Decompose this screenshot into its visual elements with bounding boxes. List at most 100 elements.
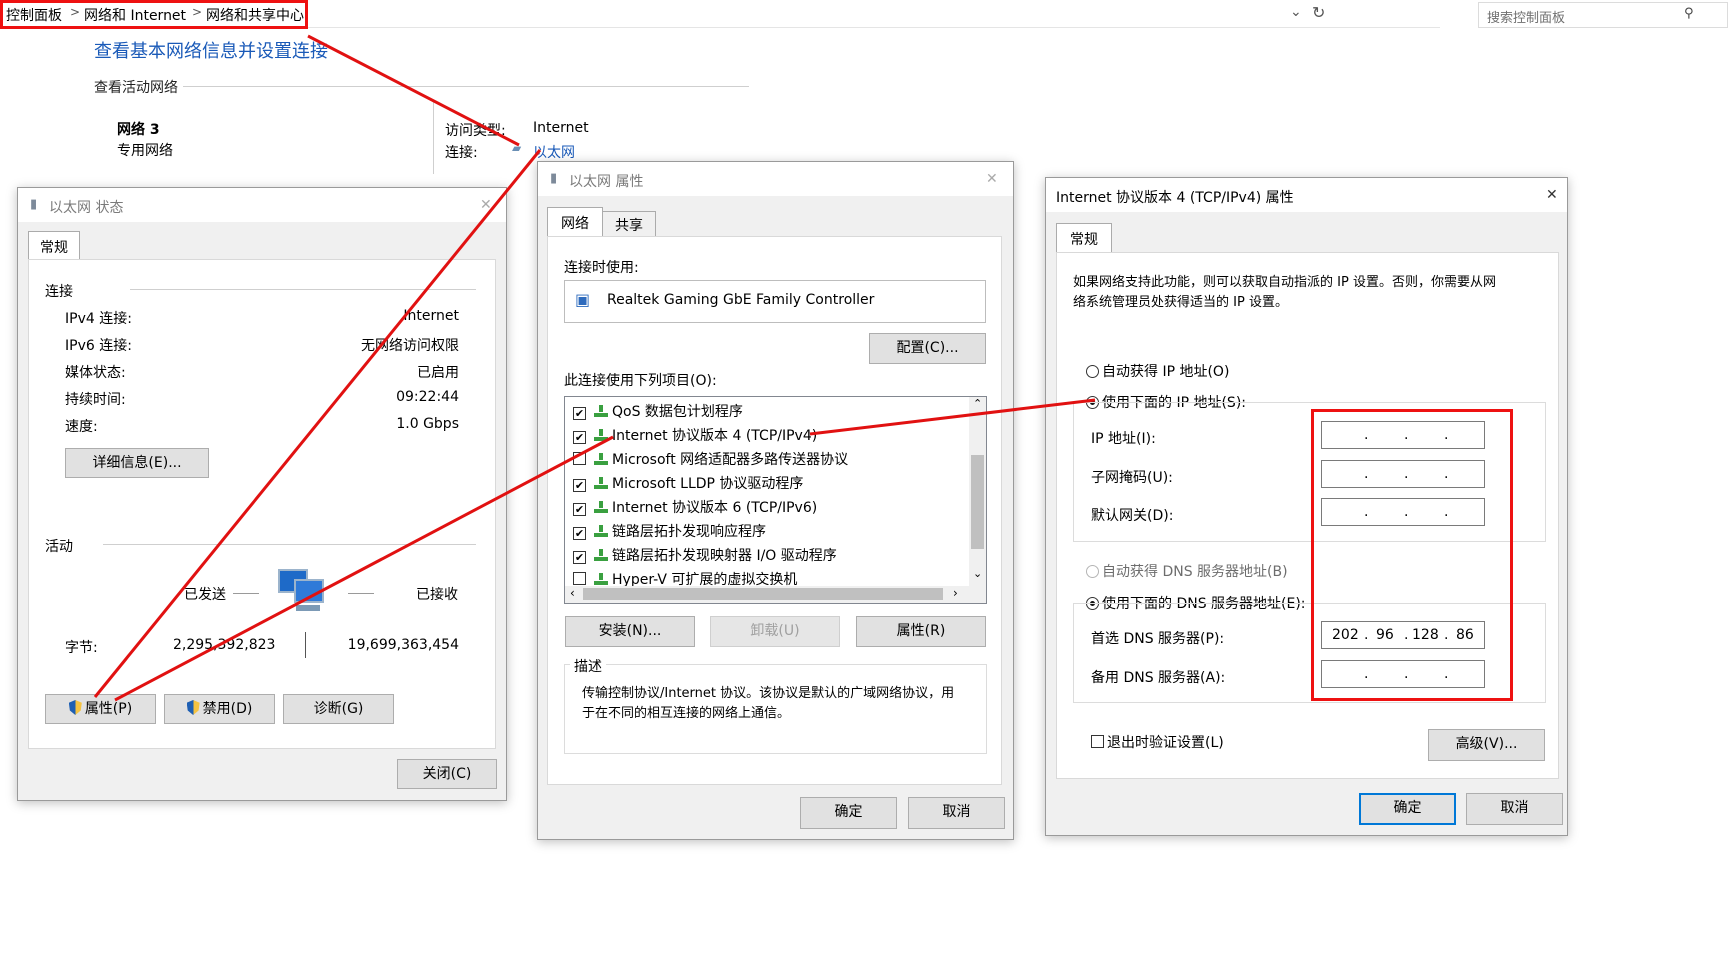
bytes-label: 字节: (65, 640, 98, 656)
scrollbar-thumb[interactable] (583, 588, 943, 600)
disable-button[interactable]: 禁用(D) (164, 694, 275, 724)
list-item-label: 链路层拓扑发现响应程序 (612, 524, 766, 540)
properties-button[interactable]: 属性(P) (45, 694, 156, 724)
dialog-titlebar: Internet 协议版本 4 (TCP/IPv4) 属性 ✕ (1046, 178, 1567, 212)
close-icon[interactable]: ✕ (1546, 187, 1558, 203)
connection-section-label: 连接 (45, 284, 73, 300)
checkbox[interactable]: ✔ (573, 551, 586, 564)
components-list[interactable]: ✔ QoS 数据包计划程序 ✔ Internet 协议版本 4 (TCP/IPv4)… (564, 396, 987, 604)
auto-ip-radio[interactable]: 自动获得 IP 地址(O) (1086, 361, 1229, 381)
ethernet-properties-dialog: ▮ 以太网 属性 ✕ 网络 共享 连接时使用: ▣ Realtek Gaming… (537, 161, 1014, 840)
scroll-down-icon[interactable]: ⌄ (973, 567, 982, 580)
list-item[interactable]: Microsoft 网络适配器多路传送器协议 (573, 449, 848, 471)
sent-label: 已发送 (184, 587, 226, 603)
tab-network[interactable]: 网络 (547, 207, 603, 237)
search-input[interactable]: 搜索控制面板 ⚲ (1478, 2, 1728, 28)
adapter-box: ▣ Realtek Gaming GbE Family Controller (564, 280, 986, 323)
chevron-down-icon[interactable]: ⌄ (1290, 4, 1302, 20)
intro-text-line2: 络系统管理员处获得适当的 IP 设置。 (1073, 295, 1288, 310)
list-item-label: Internet 协议版本 4 (TCP/IPv4) (612, 428, 818, 444)
item-properties-button[interactable]: 属性(R) (856, 616, 986, 647)
list-item-label: Microsoft LLDP 协议驱动程序 (612, 476, 804, 492)
uninstall-button[interactable]: 卸载(U) (710, 616, 840, 647)
diagnose-button[interactable]: 诊断(G) (283, 694, 394, 724)
divider (348, 593, 374, 594)
list-item[interactable]: ✔ 链路层拓扑发现响应程序 (573, 521, 766, 543)
ok-button[interactable]: 确定 (1359, 793, 1456, 825)
auto-dns-radio[interactable]: 自动获得 DNS 服务器地址(B) (1086, 561, 1288, 581)
install-button[interactable]: 安装(N)... (565, 616, 695, 647)
refresh-icon[interactable]: ↻ (1312, 3, 1325, 22)
checkbox[interactable]: ✔ (573, 479, 586, 492)
protocol-icon (594, 573, 608, 585)
tab-panel (28, 259, 496, 749)
protocol-icon (594, 549, 608, 561)
preferred-dns-label: 首选 DNS 服务器(P): (1091, 631, 1225, 647)
bytes-sent-value: 2,295,392,823 (173, 637, 276, 653)
subnet-mask-label: 子网掩码(U): (1091, 470, 1173, 486)
checkbox[interactable]: ✔ (573, 407, 586, 420)
qos-icon (594, 405, 608, 417)
cancel-button[interactable]: 取消 (1466, 793, 1563, 825)
horizontal-scrollbar[interactable]: ‹ › (565, 586, 986, 603)
validate-checkbox[interactable]: 退出时验证设置(L) (1091, 732, 1224, 752)
speed-label: 速度: (65, 419, 98, 435)
ipv4-value: Internet (403, 308, 459, 324)
checkbox[interactable] (1091, 735, 1104, 748)
cancel-button[interactable]: 取消 (908, 797, 1005, 829)
protocol-icon (594, 477, 608, 489)
scrollbar-thumb[interactable] (971, 455, 984, 549)
protocol-icon (594, 453, 608, 465)
list-item-label: Internet 协议版本 6 (TCP/IPv6) (612, 500, 818, 516)
cable-icon (296, 605, 320, 611)
list-item-label: 链路层拓扑发现映射器 I/O 驱动程序 (612, 548, 837, 564)
close-icon[interactable]: ✕ (480, 197, 492, 213)
alternate-dns-label: 备用 DNS 服务器(A): (1091, 670, 1226, 686)
activity-section-label: 活动 (45, 539, 73, 555)
checkbox[interactable] (573, 572, 586, 585)
ipv6-value: 无网络访问权限 (361, 338, 459, 354)
ethernet-link[interactable]: 以太网 (533, 142, 575, 162)
ok-button[interactable]: 确定 (800, 797, 897, 829)
tab-general[interactable]: 常规 (1056, 223, 1112, 253)
duration-label: 持续时间: (65, 392, 126, 408)
items-label: 此连接使用下列项目(O): (564, 373, 717, 389)
gateway-label: 默认网关(D): (1091, 508, 1174, 524)
dialog-title: Internet 协议版本 4 (TCP/IPv4) 属性 (1056, 190, 1294, 206)
monitor-icon (294, 579, 324, 603)
page-title: 查看基本网络信息并设置连接 (94, 41, 328, 62)
checkbox[interactable]: ✔ (573, 503, 586, 516)
tab-general[interactable]: 常规 (28, 231, 80, 261)
scroll-up-icon[interactable]: ⌃ (973, 397, 982, 410)
annotation-highlight-breadcrumb (0, 0, 308, 29)
checkbox[interactable]: ✔ (573, 527, 586, 540)
list-item[interactable]: ✔ Microsoft LLDP 协议驱动程序 (573, 473, 803, 495)
bytes-received-value: 19,699,363,454 (347, 637, 459, 653)
scroll-right-icon[interactable]: › (953, 586, 958, 600)
access-type-value: Internet (533, 120, 589, 136)
checkbox[interactable] (573, 452, 586, 465)
configure-button[interactable]: 配置(C)... (869, 333, 986, 364)
network-type: 专用网络 (117, 143, 173, 159)
details-button[interactable]: 详细信息(E)... (65, 448, 209, 478)
adapter-name: Realtek Gaming GbE Family Controller (607, 292, 875, 308)
list-item[interactable]: ✔ 链路层拓扑发现映射器 I/O 驱动程序 (573, 545, 837, 567)
advanced-button[interactable]: 高级(V)... (1428, 729, 1545, 761)
radio-button[interactable] (1086, 365, 1099, 378)
scroll-left-icon[interactable]: ‹ (570, 586, 575, 600)
search-icon: ⚲ (1684, 6, 1694, 21)
description-text-line2: 于在不同的相互连接的网络上通信。 (582, 706, 791, 721)
vertical-scrollbar[interactable]: ⌃ ⌄ (969, 397, 986, 587)
dialog-titlebar: ▮ 以太网 属性 ✕ (538, 162, 1013, 196)
list-item[interactable]: ✔ Internet 协议版本 6 (TCP/IPv6) (573, 497, 817, 519)
list-item[interactable]: ✔ QoS 数据包计划程序 (573, 401, 743, 423)
ipv6-label: IPv6 连接: (65, 338, 132, 354)
tab-sharing[interactable]: 共享 (602, 211, 656, 237)
search-placeholder: 搜索控制面板 (1487, 11, 1566, 26)
close-button[interactable]: 关闭(C) (397, 759, 497, 789)
radio-button[interactable] (1086, 565, 1099, 578)
close-icon[interactable]: ✕ (986, 171, 998, 187)
active-networks-label: 查看活动网络 (94, 80, 178, 96)
list-item[interactable]: ✔ Internet 协议版本 4 (TCP/IPv4) (573, 425, 817, 447)
checkbox[interactable]: ✔ (573, 431, 586, 444)
